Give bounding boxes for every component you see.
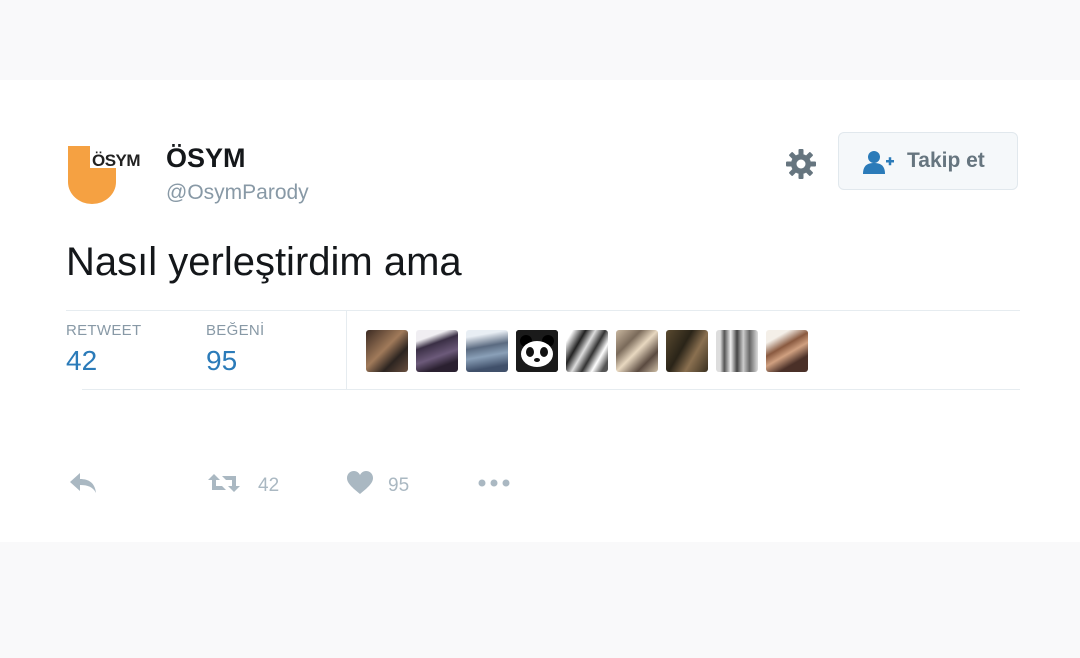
display-name[interactable]: ÖSYM xyxy=(166,143,246,174)
liker-avatar-panda[interactable] xyxy=(516,330,558,372)
retweet-stat-label: RETWEET xyxy=(66,322,142,339)
reply-icon xyxy=(70,473,96,493)
liker-avatar[interactable] xyxy=(716,330,758,372)
like-stat-label: BEĞENİ xyxy=(206,322,265,339)
heart-icon xyxy=(347,471,373,494)
more-action[interactable] xyxy=(476,470,516,500)
add-user-icon xyxy=(863,151,894,174)
liker-avatar[interactable] xyxy=(566,330,608,372)
reply-action[interactable] xyxy=(68,470,100,500)
user-handle[interactable]: @OsymParody xyxy=(166,181,309,205)
like-stat-count[interactable]: 95 xyxy=(206,345,237,377)
panda-icon xyxy=(516,330,558,372)
retweet-stat-count[interactable]: 42 xyxy=(66,345,97,377)
like-action-count: 95 xyxy=(388,475,410,496)
liker-avatar[interactable] xyxy=(766,330,808,372)
retweet-icon xyxy=(208,474,240,492)
liker-avatar[interactable] xyxy=(366,330,408,372)
liker-avatar[interactable] xyxy=(616,330,658,372)
stats-separator xyxy=(346,311,347,389)
follow-button[interactable]: Takip et xyxy=(838,132,1018,190)
retweet-action-count: 42 xyxy=(258,475,280,496)
retweet-action[interactable]: 42 xyxy=(206,470,296,500)
liker-avatar[interactable] xyxy=(466,330,508,372)
tweet-text: Nasıl yerleştirdim ama xyxy=(66,240,462,284)
liker-avatar[interactable] xyxy=(666,330,708,372)
gear-icon[interactable] xyxy=(784,147,818,181)
divider-top xyxy=(66,310,1020,311)
follow-button-label: Takip et xyxy=(907,149,985,172)
logo-text: ÖSYM xyxy=(92,151,141,170)
like-action[interactable]: 95 xyxy=(346,470,426,500)
more-icon xyxy=(478,479,510,487)
divider-bottom xyxy=(82,389,1020,390)
liker-avatar[interactable] xyxy=(416,330,458,372)
